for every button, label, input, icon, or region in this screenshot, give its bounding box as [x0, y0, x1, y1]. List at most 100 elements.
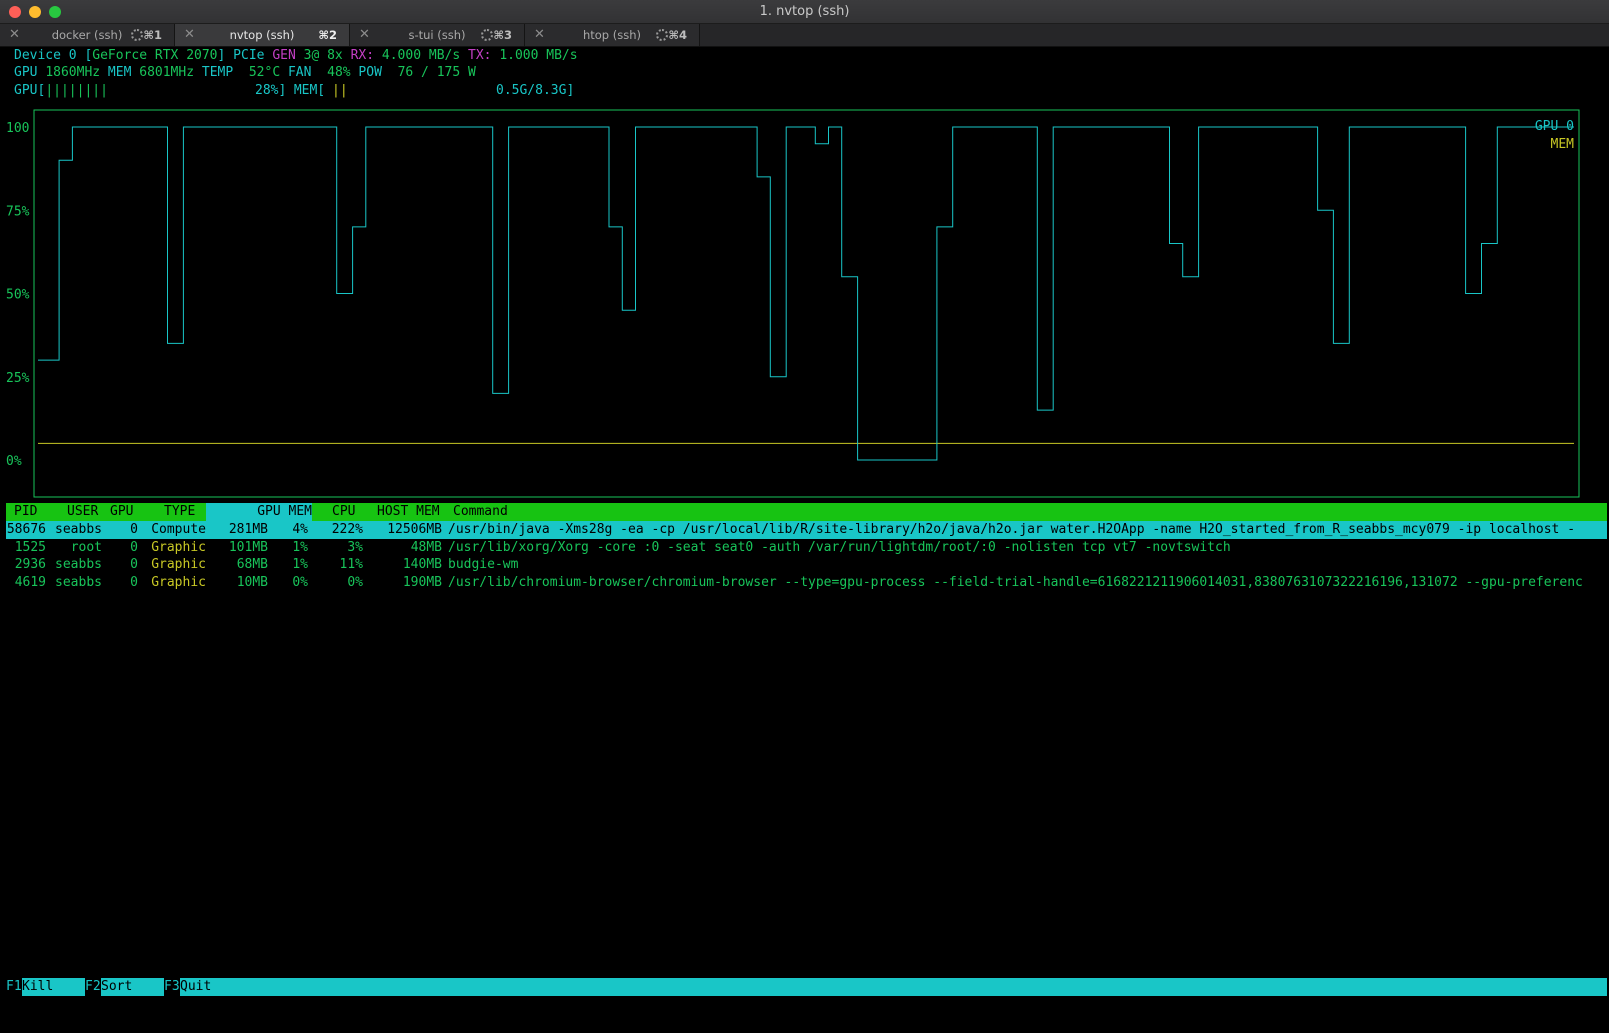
y-tick-label: 0%: [6, 454, 22, 469]
col-user[interactable]: USER: [67, 503, 98, 521]
process-mem-pct: 1%: [292, 557, 308, 572]
tab-docker[interactable]: ✕ docker (ssh) ⌘1: [0, 24, 175, 46]
gpu-bar-label: GPU[: [14, 83, 46, 98]
process-user: seabbs: [55, 522, 102, 537]
process-user: root: [70, 539, 102, 555]
mem-usage-value: 0.5G/8.3G]: [496, 83, 575, 98]
process-row[interactable]: 58676 seabbs 0 Compute 281MB 4% 222% 12506MB/us…: [6, 521, 1607, 539]
y-tick-label: 25%: [6, 371, 30, 386]
kill-label[interactable]: Kill: [22, 978, 53, 996]
device-name: GeForce RTX 2070: [92, 48, 218, 63]
process-pid: 58676: [6, 522, 46, 537]
process-table-header: PID USER GPU TYPE GPU MEM CPU HOST MEM C…: [6, 503, 1607, 521]
process-type: Graphic: [151, 557, 206, 572]
col-command[interactable]: Command: [453, 503, 508, 521]
fan-value: 48%: [327, 65, 351, 80]
col-host-mem[interactable]: HOST MEM: [377, 503, 440, 521]
gen-label: GEN: [272, 48, 304, 63]
temp-value: 52°C: [248, 65, 281, 80]
col-pid[interactable]: PID: [14, 503, 37, 521]
process-gpu-mem: 281MB: [228, 522, 268, 537]
process-command: budgie-wm: [448, 557, 519, 572]
device-prefix: Device 0 [: [14, 48, 93, 63]
process-type: Graphic: [151, 574, 206, 590]
process-gpu: 0: [130, 522, 138, 537]
y-tick-label: 75%: [6, 204, 30, 219]
process-cpu: 0%: [347, 574, 363, 590]
process-user: seabbs: [55, 557, 102, 572]
utilization-chart-svg: 100 75% 50% 25% 0% GPU 0 MEM: [6, 109, 1580, 498]
process-pid: 1525: [14, 539, 46, 555]
process-gpu-mem: 68MB: [236, 557, 268, 572]
gpu-clock-value: 1860MHz: [45, 65, 101, 80]
process-gpu: 0: [130, 557, 138, 572]
process-mem-pct: 1%: [292, 539, 308, 555]
legend-mem: MEM: [1551, 137, 1575, 152]
col-cpu[interactable]: CPU: [332, 503, 355, 521]
y-tick-label: 50%: [6, 288, 30, 303]
process-cpu: 11%: [339, 557, 363, 572]
utilization-chart: 100 75% 50% 25% 0% GPU 0 MEM: [0, 108, 1609, 508]
pcie-label: ] PCIe: [217, 48, 273, 63]
fan-label: FAN: [280, 65, 328, 80]
f3-key[interactable]: F3: [164, 978, 180, 996]
process-host-mem: 48MB: [410, 539, 442, 555]
process-command: /usr/lib/xorg/Xorg -core :0 -seat seat0 …: [448, 539, 1231, 555]
process-user: seabbs: [55, 574, 102, 590]
tab-nvtop[interactable]: ✕ nvtop (ssh) ⌘2: [175, 24, 350, 46]
f2-key[interactable]: F2: [85, 978, 101, 996]
gpu-clock-label: GPU: [14, 65, 46, 80]
process-mem-pct: 0%: [292, 574, 308, 590]
rx-value: 4.000 MB/s: [381, 48, 468, 63]
tx-value: 1.000 MB/s: [499, 48, 578, 63]
process-command: /usr/lib/chromium-browser/chromium-brows…: [448, 574, 1583, 590]
mem-usage-bar: ||: [332, 83, 348, 98]
tab-bar: ✕ docker (ssh) ⌘1 ✕ nvtop (ssh) ⌘2 ✕ s-t…: [0, 24, 1609, 47]
process-mem-pct: 4%: [292, 522, 308, 537]
process-host-mem: 140MB: [402, 557, 442, 572]
process-row[interactable]: 1525 root 0 Graphic 101MB 1% 3% 48MB/usr/lib/xo…: [6, 539, 1607, 557]
process-command: /usr/bin/java -Xms28g -ea -cp /usr/local…: [448, 522, 1576, 537]
tab-htop[interactable]: ✕ htop (ssh) ⌘4: [525, 24, 700, 46]
process-pid: 2936: [14, 557, 46, 572]
col-gpu-mem[interactable]: GPU MEM: [206, 503, 312, 521]
process-pid: 4619: [14, 574, 46, 590]
title-bar: 1. nvtop (ssh): [0, 0, 1609, 24]
activity-spinner-icon: [131, 29, 143, 41]
usage-bars-line: GPU[|||||||| 28%] MEM[|| 0.5G/8.3G]: [14, 82, 574, 99]
mem-clock-value: 6801MHz: [139, 65, 195, 80]
gpu-series-line: [38, 126, 1574, 461]
device-stats-line: GPU 1860MHz MEM 6801MHz TEMP 52°C FAN 48…: [14, 64, 476, 81]
legend-gpu: GPU 0: [1535, 119, 1574, 134]
process-gpu-mem: 101MB: [228, 539, 268, 555]
process-type: Graphic: [151, 539, 206, 555]
temp-label: TEMP: [194, 65, 249, 80]
pow-label: POW: [350, 65, 398, 80]
tab-shortcut: ⌘4: [668, 28, 687, 42]
gpu-usage-bar: ||||||||: [45, 83, 108, 98]
tab-shortcut: ⌘1: [143, 28, 162, 42]
tx-label: TX:: [468, 48, 500, 63]
gen-value: 3@ 8x: [303, 48, 351, 63]
activity-spinner-icon: [481, 29, 493, 41]
tab-shortcut: ⌘3: [493, 28, 512, 42]
activity-spinner-icon: [656, 29, 668, 41]
col-gpu[interactable]: GPU: [110, 503, 133, 521]
process-gpu: 0: [130, 539, 138, 555]
function-key-bar: F1 Kill F2 Sort F3 Quit: [6, 978, 1607, 996]
device-info-line: Device 0 [GeForce RTX 2070] PCIe GEN 3@ …: [14, 47, 578, 64]
process-gpu: 0: [130, 574, 138, 590]
tab-s-tui[interactable]: ✕ s-tui (ssh) ⌘3: [350, 24, 525, 46]
col-type[interactable]: TYPE: [164, 503, 195, 521]
tab-shortcut: ⌘2: [318, 28, 337, 42]
f1-key[interactable]: F1: [6, 978, 22, 996]
sort-label[interactable]: Sort: [101, 978, 132, 996]
quit-label[interactable]: Quit: [180, 978, 211, 996]
pow-value: 76 / 175 W: [397, 65, 476, 80]
process-gpu-mem: 10MB: [236, 574, 268, 590]
process-row[interactable]: 4619 seabbs 0 Graphic 10MB 0% 0% 190MB/usr/lib/…: [6, 574, 1607, 592]
process-row[interactable]: 2936 seabbs 0 Graphic 68MB 1% 11% 140MB budgie-w…: [6, 556, 1607, 574]
process-cpu: 3%: [347, 539, 363, 555]
process-host-mem: 12506MB: [387, 522, 442, 537]
process-host-mem: 190MB: [402, 574, 442, 590]
